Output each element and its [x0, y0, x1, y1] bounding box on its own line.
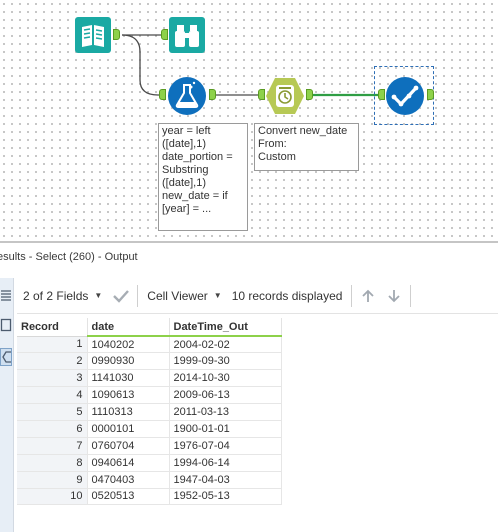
chevron-down-icon: ▼ — [213, 291, 222, 300]
table-row[interactable]: 4 1090613 2009-06-13 — [17, 386, 282, 405]
datetime-out-cell[interactable]: 1952-05-13 — [169, 488, 282, 506]
results-title-text: esults - Select (260) - Output — [0, 251, 138, 263]
record-number-cell[interactable]: 9 — [17, 471, 88, 489]
cell-viewer-label: Cell Viewer — [147, 288, 208, 303]
results-toolbar: 2 of 2 Fields ▼ Cell Viewer ▼ 10 records… — [17, 278, 498, 314]
flask-icon — [168, 77, 206, 115]
record-number-cell[interactable]: 6 — [17, 420, 88, 438]
date-cell[interactable]: 1141030 — [87, 369, 170, 388]
records-displayed-label: 10 records displayed — [231, 288, 343, 303]
clock-icon — [266, 78, 304, 114]
datetime-out-cell[interactable]: 1999-09-30 — [169, 352, 282, 371]
checkmark-icon — [386, 77, 424, 115]
browse-tool[interactable] — [169, 17, 205, 53]
column-header-record[interactable]: Record — [17, 318, 88, 337]
datetime-out-cell[interactable]: 2011-03-13 — [169, 403, 282, 421]
check-icon — [113, 289, 130, 303]
record-number-cell[interactable]: 2 — [17, 352, 88, 371]
datetime-out-cell[interactable]: 2004-02-02 — [169, 336, 282, 354]
output-anchor[interactable] — [306, 89, 313, 100]
input-anchor[interactable] — [378, 89, 385, 100]
binoculars-icon — [169, 17, 205, 53]
table-row[interactable]: 2 0990930 1999-09-30 — [17, 352, 282, 371]
cell-viewer-dropdown[interactable]: Cell Viewer ▼ — [141, 278, 227, 313]
scroll-down-button[interactable] — [381, 278, 407, 313]
table-row[interactable]: 6 0000101 1900-01-01 — [17, 420, 282, 438]
results-window-title: esults - Select (260) - Output — [0, 241, 498, 269]
scroll-up-button[interactable] — [355, 278, 381, 313]
arrow-up-icon — [362, 289, 375, 302]
datetime-out-cell[interactable]: 1994-06-14 — [169, 454, 282, 472]
workflow-canvas[interactable]: year = left ([date],1) date_portion = Su… — [0, 0, 498, 238]
input-anchor[interactable] — [159, 89, 166, 100]
record-number-cell[interactable]: 4 — [17, 386, 88, 405]
toolbar-divider — [137, 284, 139, 307]
chevron-down-icon: ▼ — [94, 291, 103, 300]
fields-label: 2 of 2 Fields — [23, 288, 89, 303]
toolbar-divider — [351, 284, 353, 307]
book-icon — [75, 17, 111, 53]
output-anchor[interactable] — [113, 29, 120, 40]
output-anchor[interactable] — [209, 89, 216, 100]
results-left-rail — [0, 278, 14, 532]
record-number-cell[interactable]: 5 — [17, 403, 88, 421]
select-tool[interactable] — [385, 76, 425, 116]
data-view-icon[interactable] — [0, 348, 12, 366]
results-table: Record date DateTime_Out 1 1040202 2004-02… — [17, 318, 282, 506]
record-number-cell[interactable]: 8 — [17, 454, 88, 472]
input-anchor[interactable] — [258, 89, 265, 100]
records-count: 10 records displayed — [228, 278, 349, 313]
date-cell[interactable]: 0760704 — [87, 437, 170, 455]
table-row[interactable]: 8 0940614 1994-06-14 — [17, 454, 282, 472]
table-body: 1 1040202 2004-02-02 2 0990930 1999-09-30 3 114… — [17, 336, 282, 506]
table-row[interactable]: 9 0470403 1947-04-03 — [17, 471, 282, 489]
metadata-view-icon[interactable] — [0, 316, 12, 334]
record-number-cell[interactable]: 7 — [17, 437, 88, 455]
apply-fields-button[interactable] — [108, 278, 134, 313]
datetime-out-cell[interactable]: 2014-10-30 — [169, 369, 282, 388]
table-row[interactable]: 10 0520513 1952-05-13 — [17, 488, 282, 506]
datetime-out-cell[interactable]: 1900-01-01 — [169, 420, 282, 438]
datetime-out-cell[interactable]: 2009-06-13 — [169, 386, 282, 405]
table-row[interactable]: 1 1040202 2004-02-02 — [17, 336, 282, 354]
input-data-tool[interactable] — [75, 17, 111, 53]
date-cell[interactable]: 0470403 — [87, 471, 170, 489]
formula-annotation: year = left ([date],1) date_portion = Su… — [158, 123, 248, 231]
column-header-date[interactable]: date — [87, 318, 170, 337]
column-header-datetime-out[interactable]: DateTime_Out — [169, 318, 282, 337]
date-cell[interactable]: 1110313 — [87, 403, 170, 421]
table-row[interactable]: 7 0760704 1976-07-04 — [17, 437, 282, 455]
formula-tool[interactable] — [167, 76, 207, 116]
record-number-cell[interactable]: 3 — [17, 369, 88, 388]
record-number-cell[interactable]: 1 — [17, 336, 88, 354]
date-cell[interactable]: 0520513 — [87, 488, 170, 506]
table-view-icon[interactable] — [0, 287, 12, 305]
datetime-annotation: Convert new_date From: Custom — [254, 123, 359, 171]
date-cell[interactable]: 1090613 — [87, 386, 170, 405]
date-cell[interactable]: 0990930 — [87, 352, 170, 371]
toolbar-divider — [410, 284, 412, 307]
table-row[interactable]: 5 1110313 2011-03-13 — [17, 403, 282, 421]
date-cell[interactable]: 0000101 — [87, 420, 170, 438]
input-anchor[interactable] — [161, 29, 168, 40]
output-anchor[interactable] — [427, 89, 434, 100]
datetime-out-cell[interactable]: 1976-07-04 — [169, 437, 282, 455]
arrow-down-icon — [388, 289, 401, 302]
datetime-out-cell[interactable]: 1947-04-03 — [169, 471, 282, 489]
datetime-tool[interactable] — [265, 77, 305, 115]
table-row[interactable]: 3 1141030 2014-10-30 — [17, 369, 282, 388]
fields-dropdown[interactable]: 2 of 2 Fields ▼ — [17, 278, 108, 313]
table-header-row: Record date DateTime_Out — [17, 318, 282, 337]
date-cell[interactable]: 1040202 — [87, 336, 170, 354]
record-number-cell[interactable]: 10 — [17, 488, 88, 506]
date-cell[interactable]: 0940614 — [87, 454, 170, 472]
